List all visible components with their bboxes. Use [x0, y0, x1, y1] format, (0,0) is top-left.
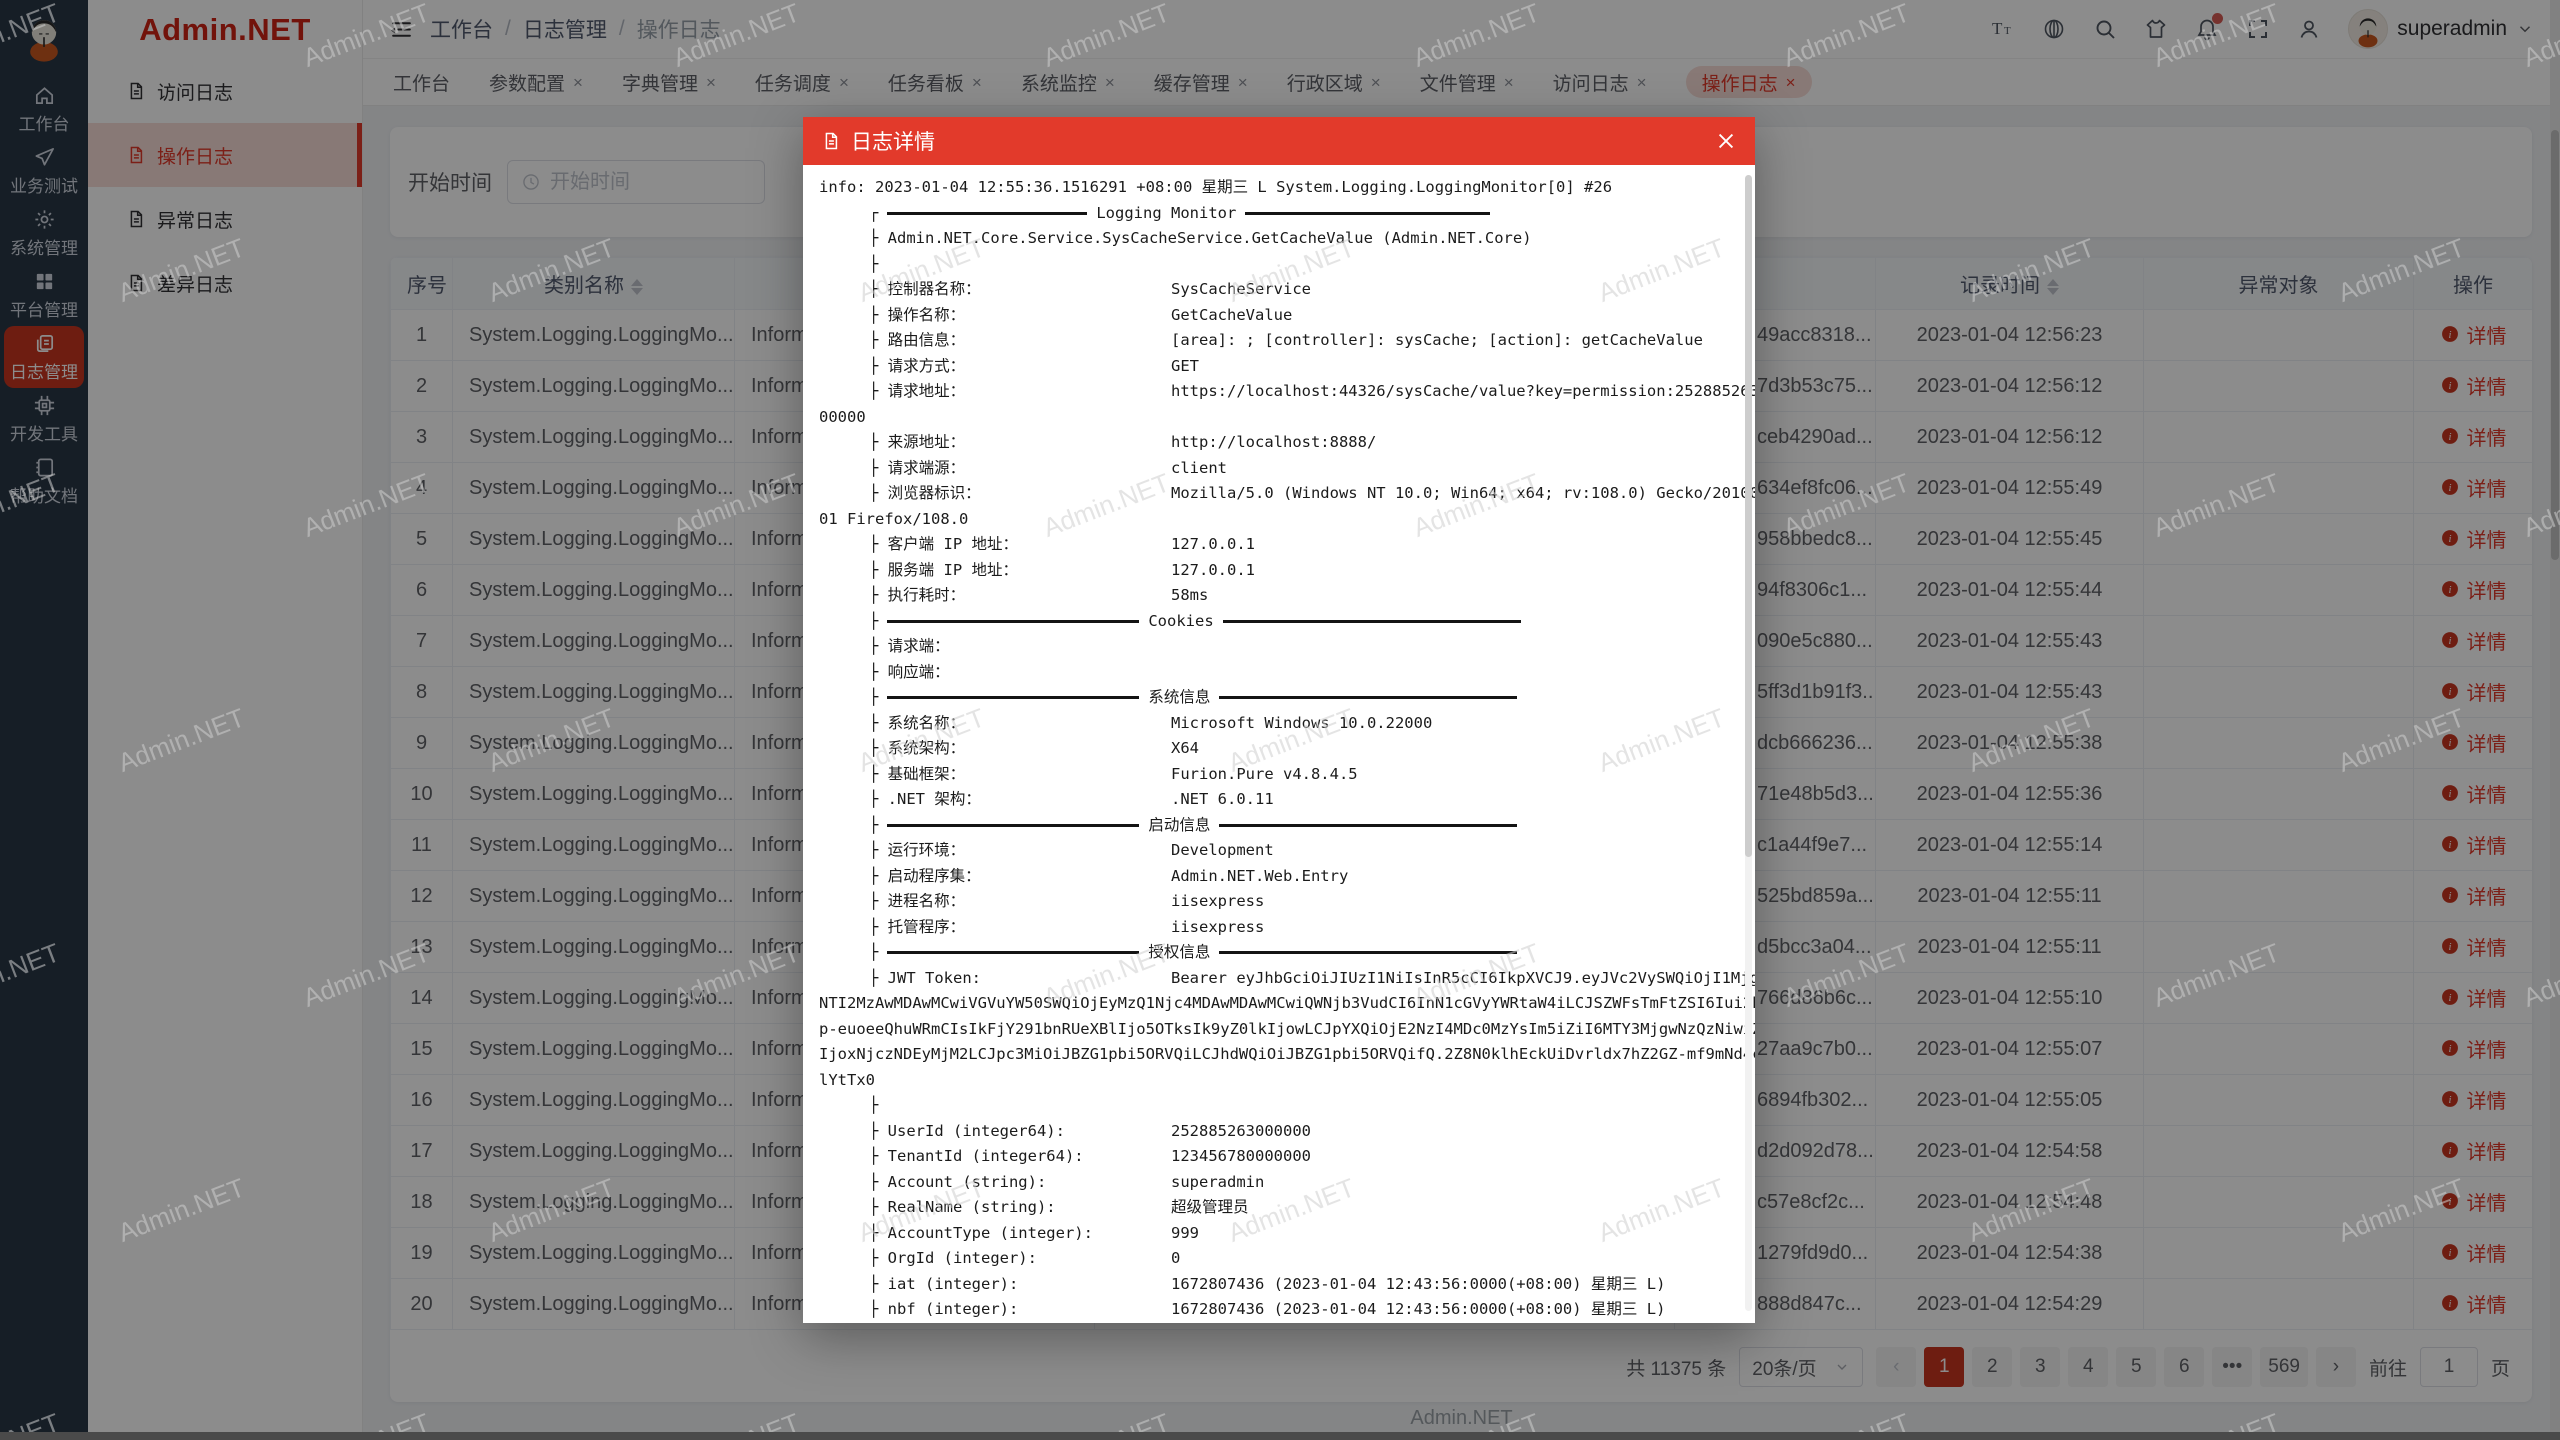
log-line: ├ 客户端 IP 地址：127.0.0.1: [803, 532, 1755, 558]
log-line: 01 Firefox/108.0: [803, 507, 1755, 533]
log-line: 00000: [803, 405, 1755, 431]
log-line: ┌Logging Monitor: [803, 201, 1755, 227]
close-icon[interactable]: [1715, 130, 1737, 152]
log-line: ├ 来源地址：http://localhost:8888/: [803, 430, 1755, 456]
log-line: ├ 基础框架：Furion.Pure v4.8.4.5: [803, 762, 1755, 788]
log-line: IjoxNjczNDEyMjM2LCJpc3MiOiJBZG1pbi5ORVQi…: [803, 1042, 1755, 1068]
log-line: ├启动信息: [803, 813, 1755, 839]
log-line: ├ 托管程序：iisexpress: [803, 915, 1755, 941]
log-line: ├ TenantId (integer64):123456780000000: [803, 1144, 1755, 1170]
log-line: ├ JWT Token:Bearer eyJhbGciOiJIUzI1NiIsI…: [803, 966, 1755, 992]
log-line: ├授权信息: [803, 940, 1755, 966]
log-line: ├ 路由信息：[area]: ; [controller]: sysCache;…: [803, 328, 1755, 354]
log-line: ├ 浏览器标识：Mozilla/5.0 (Windows NT 10.0; Wi…: [803, 481, 1755, 507]
log-line: ├ 请求端源：client: [803, 456, 1755, 482]
log-line: ├系统信息: [803, 685, 1755, 711]
log-detail-dialog: 日志详情 info: 2023-01-04 12:55:36.1516291 +…: [803, 117, 1755, 1323]
log-line: ├ Account (string):superadmin: [803, 1170, 1755, 1196]
log-line: ├ 运行环境：Development: [803, 838, 1755, 864]
log-line: NTI2MzAwMDAwMCwiVGVuYW50SWQiOjEyMzQ1Njc4…: [803, 991, 1755, 1017]
dialog-scrollbar[interactable]: [1745, 175, 1752, 1311]
log-line: ├ 服务端 IP 地址：127.0.0.1: [803, 558, 1755, 584]
log-line: ├ Admin.NET.Core.Service.SysCacheService…: [803, 226, 1755, 252]
log-line: ├ 请求地址：https://localhost:44326/sysCache/…: [803, 379, 1755, 405]
log-line: ├ 请求方式：GET: [803, 354, 1755, 380]
log-line: ├: [803, 252, 1755, 278]
log-line: ├ nbf (integer):1672807436 (2023-01-04 1…: [803, 1297, 1755, 1323]
log-line: lYtTx0: [803, 1068, 1755, 1094]
log-line: ├ iat (integer):1672807436 (2023-01-04 1…: [803, 1272, 1755, 1298]
log-line: ├ RealName (string):超级管理员: [803, 1195, 1755, 1221]
dialog-scrollbar-thumb[interactable]: [1745, 175, 1752, 857]
log-line: ├ UserId (integer64):252885263000000: [803, 1119, 1755, 1145]
log-detail-body: info: 2023-01-04 12:55:36.1516291 +08:00…: [803, 165, 1755, 1323]
log-line: ├ 操作名称：GetCacheValue: [803, 303, 1755, 329]
document-icon: [821, 131, 841, 151]
log-line: info: 2023-01-04 12:55:36.1516291 +08:00…: [803, 175, 1755, 201]
log-line: ├ 响应端：: [803, 660, 1755, 686]
dialog-title: 日志详情: [851, 126, 935, 156]
log-line: ├ 执行耗时：58ms: [803, 583, 1755, 609]
dialog-header: 日志详情: [803, 117, 1755, 165]
bottom-strip: [0, 1432, 2560, 1440]
log-line: ├ 系统名称：Microsoft Windows 10.0.22000: [803, 711, 1755, 737]
log-line: ├ 系统架构：X64: [803, 736, 1755, 762]
log-line: ├ 控制器名称：SysCacheService: [803, 277, 1755, 303]
log-line: ├ 启动程序集：Admin.NET.Web.Entry: [803, 864, 1755, 890]
log-line: ├ .NET 架构：.NET 6.0.11: [803, 787, 1755, 813]
log-line: ├ AccountType (integer):999: [803, 1221, 1755, 1247]
log-line: ├ OrgId (integer):0: [803, 1246, 1755, 1272]
log-line: ├Cookies: [803, 609, 1755, 635]
log-line: ├ 请求端：: [803, 634, 1755, 660]
log-line: ├ 进程名称：iisexpress: [803, 889, 1755, 915]
log-line: p-euoeeQhuWRmCIsIkFjY291bnRUeXBlIjo5OTks…: [803, 1017, 1755, 1043]
log-line: ├: [803, 1093, 1755, 1119]
